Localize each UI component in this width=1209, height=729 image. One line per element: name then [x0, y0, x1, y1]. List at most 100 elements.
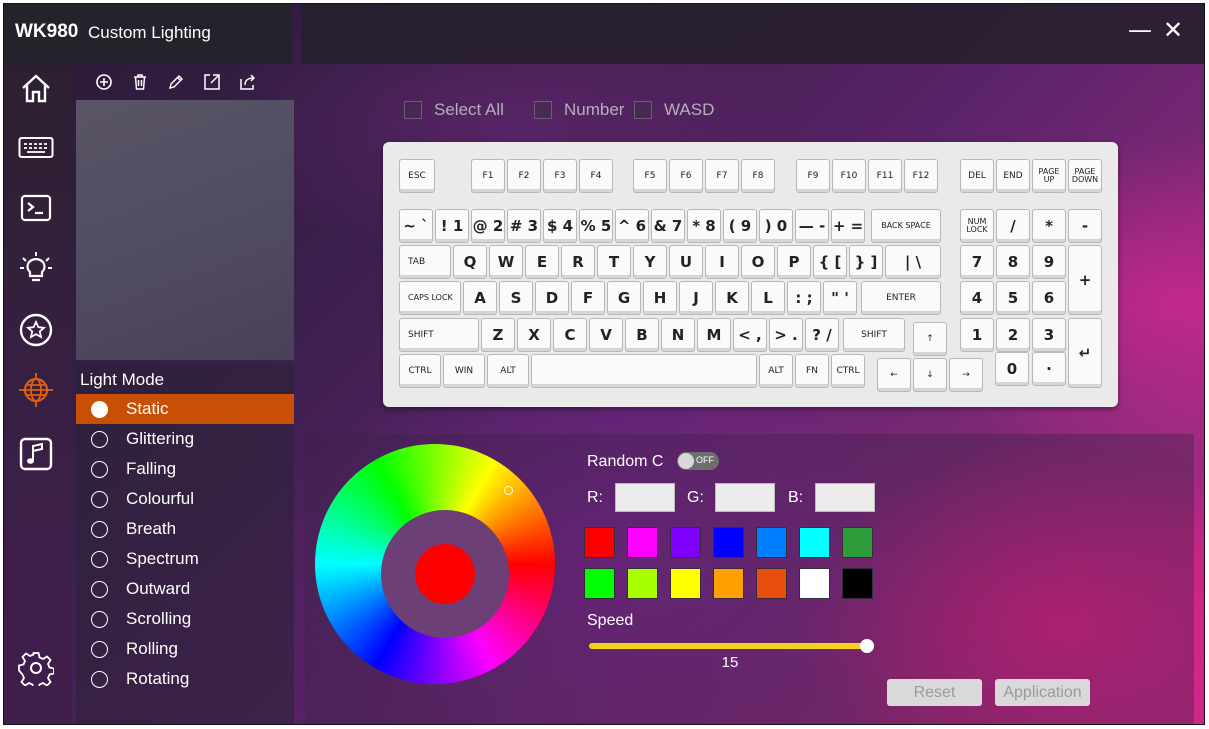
key-caps-lock[interactable]: CAPS LOCK	[399, 281, 461, 315]
color-swatch[interactable]	[842, 527, 873, 558]
key-shift[interactable]: SHIFT	[399, 318, 479, 352]
key-del[interactable]: DEL	[960, 159, 994, 193]
keyboard-icon[interactable]	[16, 128, 56, 168]
key-+-=[interactable]: + =	[831, 209, 865, 243]
key-f7[interactable]: F7	[705, 159, 739, 193]
key-f11[interactable]: F11	[868, 159, 902, 193]
key-t[interactable]: T	[597, 245, 631, 279]
key-g[interactable]: G	[607, 281, 641, 315]
random-color-toggle[interactable]: OFF	[677, 452, 719, 470]
preset-list[interactable]	[76, 100, 294, 360]
key-h[interactable]: H	[643, 281, 677, 315]
key-space[interactable]	[531, 354, 757, 388]
star-icon[interactable]	[16, 310, 56, 350]
key-f6[interactable]: F6	[669, 159, 703, 193]
key-ctrl[interactable]: CTRL	[831, 354, 865, 388]
key-alt[interactable]: ALT	[759, 354, 793, 388]
key-p[interactable]: P	[777, 245, 811, 279]
color-wheel-handle[interactable]	[504, 486, 513, 495]
key-fn[interactable]: FN	[795, 354, 829, 388]
key-:-;[interactable]: : ;	[787, 281, 821, 315]
key-↵[interactable]: ↵	[1068, 318, 1102, 388]
color-swatch[interactable]	[627, 527, 658, 558]
key-a[interactable]: A	[463, 281, 497, 315]
mode-option-static[interactable]: Static	[76, 394, 294, 424]
key-!-1[interactable]: ! 1	[435, 209, 469, 243]
key-%-5[interactable]: % 5	[579, 209, 613, 243]
key-f2[interactable]: F2	[507, 159, 541, 193]
mode-option-breath[interactable]: Breath	[76, 514, 294, 544]
key--[interactable]: -	[1068, 209, 1102, 243]
key-alt[interactable]: ALT	[487, 354, 529, 388]
key-end[interactable]: END	[996, 159, 1030, 193]
key-*[interactable]: *	[1032, 209, 1066, 243]
color-swatch[interactable]	[713, 568, 744, 599]
key-ctrl[interactable]: CTRL	[399, 354, 441, 388]
key-"-'[interactable]: " '	[823, 281, 857, 315]
color-swatch[interactable]	[799, 527, 830, 558]
key-f12[interactable]: F12	[904, 159, 938, 193]
key-f[interactable]: F	[571, 281, 605, 315]
key-f5[interactable]: F5	[633, 159, 667, 193]
color-wheel[interactable]	[315, 444, 555, 684]
custom-light-icon[interactable]	[16, 370, 56, 410]
key-n[interactable]: N	[661, 318, 695, 352]
color-swatch[interactable]	[713, 527, 744, 558]
key-4[interactable]: 4	[960, 281, 994, 315]
delete-icon[interactable]	[130, 72, 150, 92]
key-—--[interactable]: — -	[795, 209, 829, 243]
key-$-4[interactable]: $ 4	[543, 209, 577, 243]
export-icon[interactable]	[238, 72, 258, 92]
key-}-][interactable]: } ]	[849, 245, 883, 279]
number-checkbox[interactable]: Number	[534, 100, 624, 120]
key-~-`[interactable]: ~ `	[399, 209, 433, 243]
radio-button[interactable]	[91, 400, 108, 418]
key-^-6[interactable]: ^ 6	[615, 209, 649, 243]
key-f8[interactable]: F8	[741, 159, 775, 193]
key-&-7[interactable]: & 7	[651, 209, 685, 243]
key-f4[interactable]: F4	[579, 159, 613, 193]
mode-option-falling[interactable]: Falling	[76, 454, 294, 484]
radio-button[interactable]	[91, 610, 108, 628]
radio-button[interactable]	[91, 460, 108, 478]
key-0[interactable]: 0	[995, 352, 1029, 386]
lighting-icon[interactable]	[16, 248, 56, 288]
speed-slider-track[interactable]	[589, 643, 867, 649]
key-w[interactable]: W	[489, 245, 523, 279]
key-esc[interactable]: ESC	[399, 159, 435, 193]
key-*-8[interactable]: * 8	[687, 209, 721, 243]
key-v[interactable]: V	[589, 318, 623, 352]
key-d[interactable]: D	[535, 281, 569, 315]
select-all-box[interactable]	[404, 101, 422, 119]
color-swatch[interactable]	[670, 527, 701, 558]
key-/[interactable]: /	[996, 209, 1030, 243]
key-l[interactable]: L	[751, 281, 785, 315]
key-k[interactable]: K	[715, 281, 749, 315]
number-box[interactable]	[534, 101, 552, 119]
key-#-3[interactable]: # 3	[507, 209, 541, 243]
key-?-/[interactable]: ? /	[805, 318, 839, 352]
edit-icon[interactable]	[166, 72, 186, 92]
color-swatch[interactable]	[670, 568, 701, 599]
wasd-checkbox[interactable]: WASD	[634, 100, 714, 120]
key-+[interactable]: +	[1068, 245, 1102, 315]
key-@-2[interactable]: @ 2	[471, 209, 505, 243]
radio-button[interactable]	[91, 520, 108, 538]
key-back-space[interactable]: BACK SPACE	[871, 209, 941, 243]
key-x[interactable]: X	[517, 318, 551, 352]
key-page-up[interactable]: PAGE UP	[1032, 159, 1066, 193]
key-o[interactable]: O	[741, 245, 775, 279]
color-swatch[interactable]	[799, 568, 830, 599]
key-e[interactable]: E	[525, 245, 559, 279]
radio-button[interactable]	[91, 550, 108, 568]
mode-option-outward[interactable]: Outward	[76, 574, 294, 604]
color-swatch[interactable]	[756, 568, 787, 599]
key-↑[interactable]: ↑	[913, 322, 947, 356]
color-swatch[interactable]	[627, 568, 658, 599]
color-swatch[interactable]	[584, 568, 615, 599]
b-input[interactable]	[815, 483, 875, 512]
key-<-,[interactable]: < ,	[733, 318, 767, 352]
key-f9[interactable]: F9	[796, 159, 830, 193]
key-f10[interactable]: F10	[832, 159, 866, 193]
g-input[interactable]	[715, 483, 775, 512]
